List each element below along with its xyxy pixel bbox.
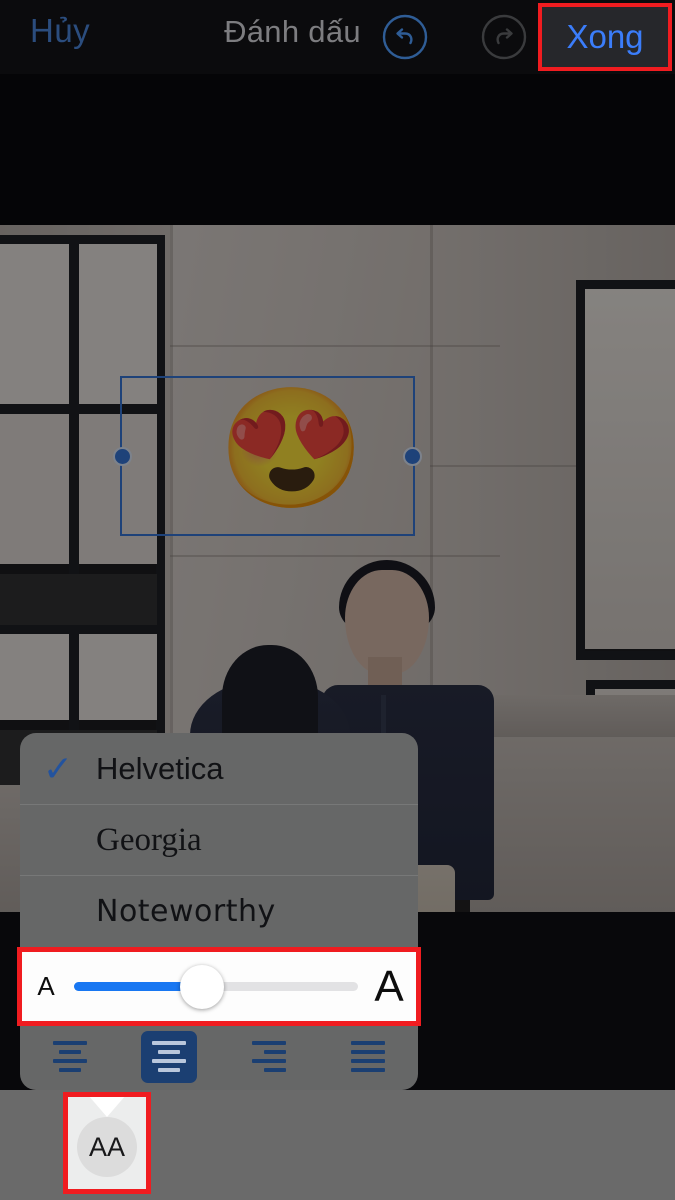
text-format-panel: ✓ Helvetica Georgia Noteworthy A A [20, 733, 418, 1090]
wall-seam [430, 225, 433, 695]
top-navigation-bar: Hủy Đánh dấu Xong [0, 0, 675, 74]
text-alignment-row [20, 1023, 418, 1090]
size-small-label: A [37, 971, 55, 1001]
sticker-selection-box[interactable] [113, 376, 422, 536]
text-format-aa-icon: AA [77, 1117, 137, 1177]
resize-handle-right[interactable] [403, 447, 422, 466]
size-large-label: A [374, 961, 404, 1011]
font-option-noteworthy[interactable]: Noteworthy [20, 875, 418, 946]
wall-seam [170, 345, 500, 347]
font-size-slider-row[interactable]: A A [20, 950, 418, 1023]
wall-seam [170, 555, 500, 557]
redo-icon[interactable] [481, 14, 527, 60]
markup-editor-screen: 😍 Hủy Đánh dấu Xong ✓ Helvetica Georgia … [0, 0, 675, 1200]
check-icon: ✓ [42, 747, 74, 789]
caret-up-icon [88, 1095, 126, 1117]
undo-icon[interactable] [382, 14, 428, 60]
align-justify-button[interactable] [340, 1031, 396, 1083]
slider-thumb[interactable] [179, 964, 224, 1009]
align-left-button[interactable] [42, 1031, 98, 1083]
text-format-aa-button[interactable]: AA [66, 1095, 148, 1191]
align-right-button[interactable] [241, 1031, 297, 1083]
font-option-label: Helvetica [96, 750, 224, 786]
align-center-button[interactable] [141, 1030, 198, 1083]
window-right [576, 280, 675, 660]
font-option-label: Georgia [96, 821, 202, 858]
font-option-helvetica[interactable]: ✓ Helvetica [20, 733, 418, 804]
font-size-slider[interactable] [74, 964, 358, 1009]
font-option-georgia[interactable]: Georgia [20, 804, 418, 875]
done-button[interactable]: Xong [541, 6, 669, 68]
font-option-label: Noteworthy [96, 893, 276, 929]
resize-handle-left[interactable] [113, 447, 132, 466]
stone-base [470, 737, 675, 912]
